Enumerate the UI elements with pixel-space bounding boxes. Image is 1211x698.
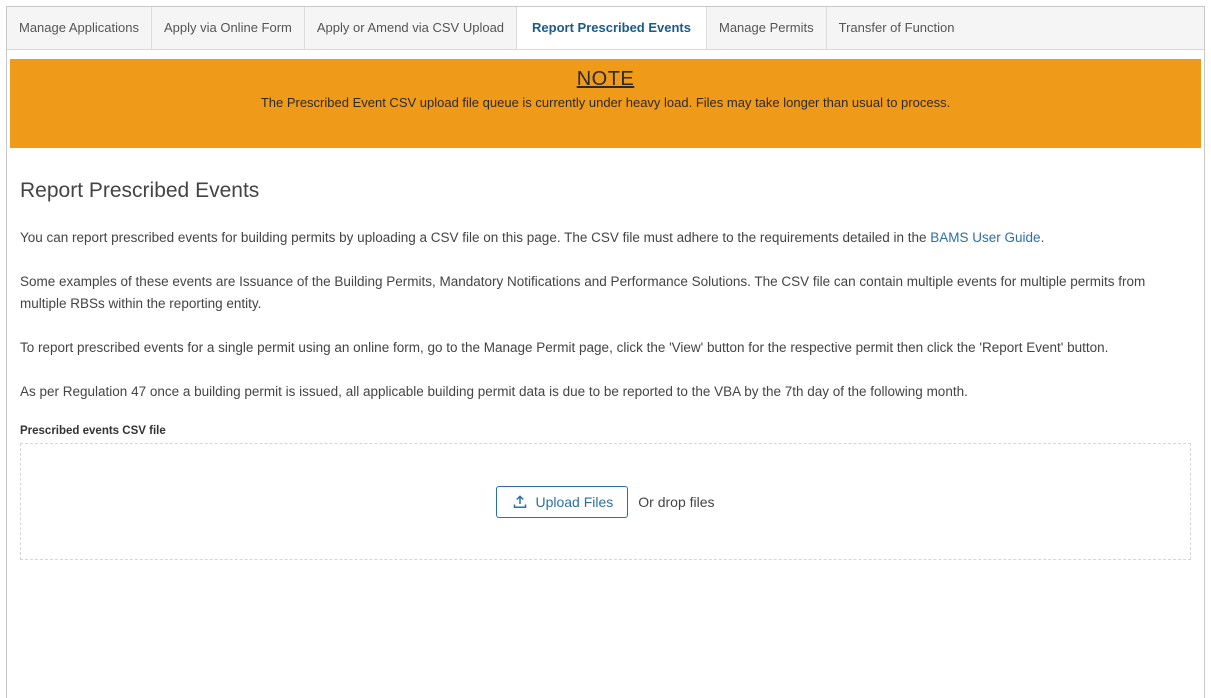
single-permit-paragraph: To report prescribed events for a single…	[20, 340, 1109, 355]
regulation-paragraph: As per Regulation 47 once a building per…	[20, 384, 968, 399]
notice-text: The Prescribed Event CSV upload file que…	[260, 95, 951, 110]
app-frame: Manage Applications Apply via Online For…	[6, 6, 1205, 698]
tab-report-prescribed-events[interactable]: Report Prescribed Events	[517, 7, 707, 49]
notice-title: NOTE	[576, 68, 635, 90]
tab-bar: Manage Applications Apply via Online For…	[7, 7, 1204, 50]
main-content: Report Prescribed Events You can report …	[7, 178, 1204, 560]
intro-paragraph: You can report prescribed events for bui…	[20, 227, 1191, 249]
csv-file-label: Prescribed events CSV file	[20, 425, 166, 437]
tab-manage-applications[interactable]: Manage Applications	[7, 7, 152, 49]
drop-files-text: Or drop files	[638, 493, 715, 510]
upload-files-label: Upload Files	[535, 493, 614, 510]
upload-icon	[514, 494, 527, 508]
tab-apply-amend-csv[interactable]: Apply or Amend via CSV Upload	[305, 7, 518, 49]
file-dropzone[interactable]: Upload Files Or drop files	[20, 443, 1191, 560]
notice-banner: NOTE The Prescribed Event CSV upload fil…	[10, 59, 1201, 148]
intro-text: You can report prescribed events for bui…	[20, 230, 931, 245]
upload-files-button[interactable]: Upload Files	[496, 485, 629, 518]
examples-paragraph: Some examples of these events are Issuan…	[20, 274, 1146, 311]
bams-user-guide-link[interactable]: BAMS User Guide	[930, 230, 1040, 245]
tab-transfer-of-function[interactable]: Transfer of Function	[827, 7, 967, 49]
tab-apply-online-form[interactable]: Apply via Online Form	[152, 7, 305, 49]
intro-end: .	[1040, 230, 1045, 245]
tab-manage-permits[interactable]: Manage Permits	[707, 7, 827, 49]
page-title: Report Prescribed Events	[20, 179, 260, 202]
